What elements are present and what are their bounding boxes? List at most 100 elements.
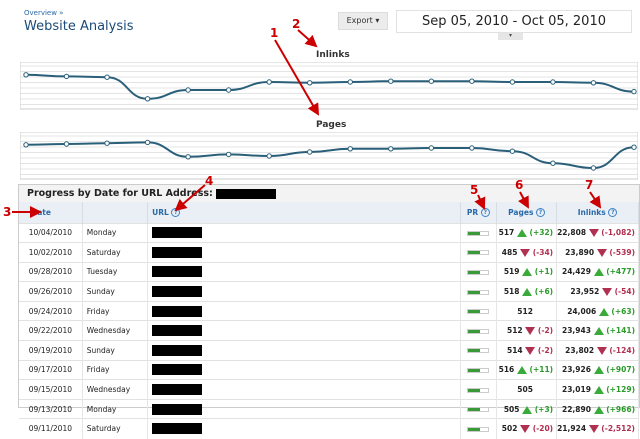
annotation-4: 4 bbox=[205, 174, 214, 188]
column-header-pages[interactable]: Pages ? bbox=[496, 202, 558, 223]
inlinks-value: 23,952 bbox=[570, 287, 600, 297]
data-point bbox=[347, 146, 353, 152]
day-cell: Wednesday bbox=[82, 379, 149, 400]
date-range-toggle[interactable]: ▾ bbox=[498, 33, 523, 40]
column-header-inlinks[interactable]: Inlinks ? bbox=[556, 202, 639, 223]
change-value: (-2) bbox=[537, 345, 554, 355]
redacted-url[interactable] bbox=[152, 305, 203, 317]
change-value: (+141) bbox=[606, 326, 635, 336]
day-cell: Friday bbox=[82, 359, 149, 380]
pages-cell: 517 (+32) bbox=[496, 222, 558, 243]
url-cell[interactable] bbox=[147, 340, 461, 361]
up-arrow-icon bbox=[516, 229, 527, 238]
data-point bbox=[509, 79, 516, 85]
redacted-url[interactable] bbox=[152, 364, 203, 376]
change-value: (-54) bbox=[614, 287, 635, 297]
url-cell[interactable] bbox=[147, 300, 461, 321]
pr-cell bbox=[460, 359, 498, 380]
inlinks-cell: 23,019 (+129) bbox=[556, 379, 639, 400]
data-point bbox=[509, 148, 516, 154]
url-cell[interactable] bbox=[147, 398, 461, 419]
change-value: (-1,082) bbox=[601, 228, 635, 238]
help-icon[interactable]: ? bbox=[480, 208, 490, 217]
date-cell: 09/11/2010 bbox=[19, 418, 83, 439]
column-header-url[interactable]: URL ? bbox=[147, 202, 461, 223]
url-cell[interactable] bbox=[147, 222, 461, 243]
data-point bbox=[23, 142, 29, 148]
pr-cell bbox=[460, 418, 498, 439]
data-point bbox=[63, 73, 70, 80]
data-point bbox=[185, 87, 191, 93]
chart-frame bbox=[20, 62, 638, 110]
redacted-url[interactable] bbox=[152, 423, 203, 435]
pages-value: 502 bbox=[501, 424, 518, 434]
pages-cell: 518 (+6) bbox=[496, 281, 558, 302]
redacted-url[interactable] bbox=[152, 266, 203, 278]
data-point bbox=[469, 78, 475, 84]
table-row: 09/28/2010 Tuesday 519 (+1) 24,429 (+477… bbox=[19, 261, 639, 282]
data-point bbox=[347, 79, 353, 85]
pr-cell bbox=[460, 300, 498, 321]
up-arrow-icon bbox=[593, 268, 604, 277]
change-value: (+11) bbox=[529, 365, 554, 375]
up-arrow-icon bbox=[598, 307, 609, 316]
help-icon[interactable]: ? bbox=[171, 208, 181, 217]
redacted-url[interactable] bbox=[152, 227, 203, 239]
inlinks-chart bbox=[20, 62, 638, 110]
url-cell[interactable] bbox=[147, 320, 461, 341]
date-cell: 09/19/2010 bbox=[19, 340, 83, 361]
change-value: (+907) bbox=[606, 365, 635, 375]
url-cell[interactable] bbox=[147, 359, 461, 380]
pages-chart bbox=[20, 132, 638, 180]
inlinks-cell: 24,006 (+63) bbox=[556, 300, 639, 321]
data-point bbox=[590, 165, 597, 171]
change-value: (+6) bbox=[534, 287, 554, 297]
export-button[interactable]: Export ▾ bbox=[338, 12, 388, 30]
date-cell: 09/22/2010 bbox=[19, 320, 83, 341]
table-row: 09/26/2010 Sunday 518 (+6) 23,952 (-54) bbox=[19, 281, 639, 302]
down-arrow-icon bbox=[525, 327, 536, 336]
pages-cell: 512 (-2) bbox=[496, 320, 558, 341]
url-header-label: URL bbox=[152, 207, 169, 217]
redacted-url[interactable] bbox=[152, 403, 203, 415]
day-cell: Wednesday bbox=[82, 320, 149, 341]
date-range-picker[interactable]: Sep 05, 2010 - Oct 05, 2010 bbox=[396, 10, 632, 33]
breadcrumb-overview[interactable]: Overview » bbox=[24, 9, 63, 17]
redacted-url[interactable] bbox=[152, 384, 203, 396]
inlinks-cell: 23,890 (-539) bbox=[556, 242, 639, 263]
url-cell[interactable] bbox=[147, 418, 461, 439]
help-icon[interactable]: ? bbox=[536, 208, 546, 217]
annotation-2: 2 bbox=[292, 17, 301, 31]
pagerank-bar bbox=[467, 269, 490, 275]
inlinks-value: 22,808 bbox=[557, 228, 587, 238]
progress-table: Date URL ? PR ? Pages ? Inlinks ? 10/04/… bbox=[19, 202, 639, 439]
redacted-url[interactable] bbox=[152, 344, 203, 356]
date-cell: 09/24/2010 bbox=[19, 300, 83, 321]
redacted-url[interactable] bbox=[152, 246, 203, 258]
column-header-pr[interactable]: PR ? bbox=[460, 202, 498, 223]
data-point bbox=[266, 79, 272, 85]
inlinks-cell: 22,808 (-1,082) bbox=[556, 222, 639, 243]
pages-cell: 505 (+3) bbox=[496, 398, 558, 419]
inlinks-value: 23,019 bbox=[562, 385, 591, 395]
column-header-date[interactable]: Date bbox=[19, 202, 83, 223]
up-arrow-icon bbox=[516, 366, 527, 375]
redacted-url[interactable] bbox=[152, 286, 203, 298]
data-point bbox=[307, 149, 313, 155]
inlinks-value: 24,006 bbox=[567, 306, 597, 316]
column-header-day bbox=[82, 202, 149, 223]
help-icon[interactable]: ? bbox=[608, 208, 618, 217]
url-cell[interactable] bbox=[147, 261, 461, 282]
pr-header-label: PR bbox=[466, 207, 479, 217]
data-point bbox=[266, 153, 272, 159]
change-value: (-124) bbox=[609, 345, 635, 355]
url-cell[interactable] bbox=[147, 281, 461, 302]
redacted-url[interactable] bbox=[152, 325, 203, 337]
data-point bbox=[428, 78, 435, 84]
down-arrow-icon bbox=[520, 425, 531, 434]
redacted-url bbox=[216, 188, 277, 199]
url-cell[interactable] bbox=[147, 242, 461, 263]
url-cell[interactable] bbox=[147, 379, 461, 400]
annotation-5: 5 bbox=[470, 183, 479, 197]
pages-cell: 519 (+1) bbox=[496, 261, 558, 282]
